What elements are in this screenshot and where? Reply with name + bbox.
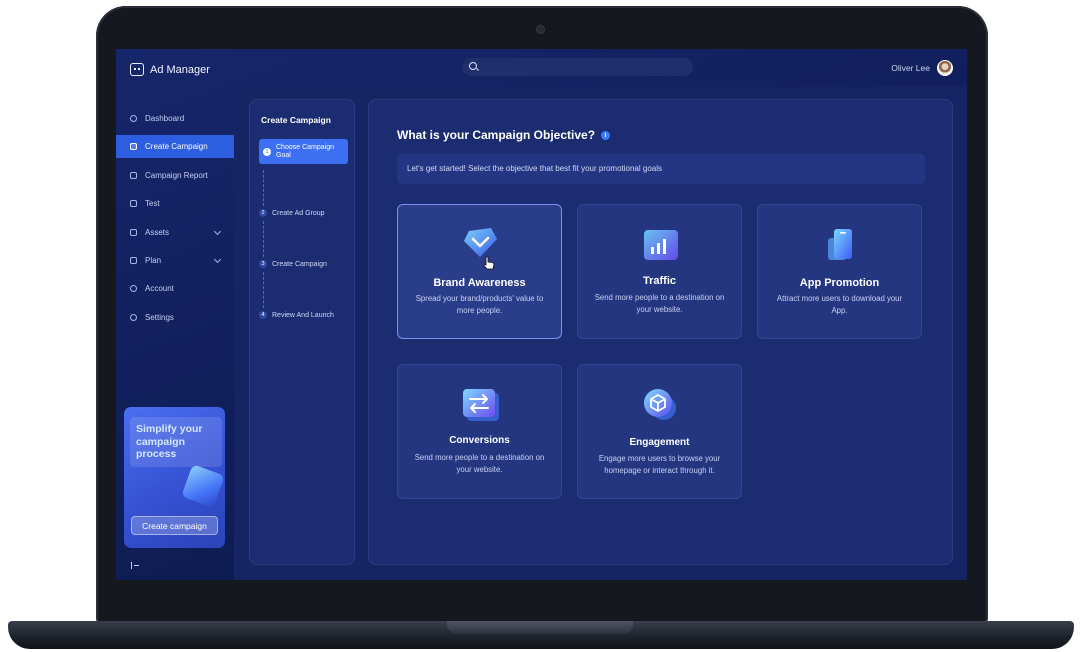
promo-illustration bbox=[181, 464, 225, 508]
card-title: Traffic bbox=[642, 275, 676, 287]
app-logo[interactable]: Ad Manager bbox=[130, 63, 210, 76]
avatar[interactable] bbox=[937, 60, 953, 76]
objective-card-engagement[interactable]: Engagement Engage more users to browse y… bbox=[577, 364, 742, 499]
test-icon bbox=[130, 200, 137, 208]
sidebar-item-settings[interactable]: Settings bbox=[116, 306, 234, 329]
objective-card-brand-awareness[interactable]: Brand Awareness Spread your brand/produc… bbox=[397, 204, 562, 339]
sidebar-item-account[interactable]: Account bbox=[116, 277, 234, 300]
sidebar-item-plan[interactable]: Plan bbox=[116, 249, 234, 272]
bar-chart-icon bbox=[644, 230, 678, 260]
step-connector bbox=[263, 221, 264, 257]
sidebar-item-label: Account bbox=[145, 284, 174, 294]
phone-icon bbox=[828, 229, 852, 260]
cursor-pointer-icon bbox=[483, 256, 495, 270]
sidebar-item-test[interactable]: Test bbox=[116, 192, 234, 215]
sidebar-item-label: Dashboard bbox=[145, 114, 185, 123]
objective-card-traffic[interactable]: Traffic Send more people to a destinatio… bbox=[577, 204, 742, 339]
chart-icon bbox=[130, 171, 137, 179]
gear-icon bbox=[130, 313, 137, 321]
user-name: Oliver Lee bbox=[891, 63, 930, 73]
card-title: App Promotion bbox=[799, 277, 880, 289]
step-number: 2 bbox=[259, 209, 267, 217]
shield-check-icon bbox=[464, 228, 497, 257]
step-create-ad-group[interactable]: 2 Create Ad Group bbox=[259, 209, 325, 217]
promo-text: Simplify your campaign process bbox=[130, 417, 222, 467]
topbar: Ad Manager Oliver Lee bbox=[116, 49, 967, 89]
info-icon[interactable]: i bbox=[601, 130, 611, 140]
user-menu[interactable]: Oliver Lee bbox=[891, 60, 953, 76]
sidebar-item-label: Create Campaign bbox=[145, 142, 208, 152]
cube-icon bbox=[644, 389, 676, 420]
screen: Ad Manager Oliver Lee Dashboard Create C… bbox=[116, 49, 967, 580]
app-title: Ad Manager bbox=[150, 63, 210, 76]
card-title: Conversions bbox=[449, 435, 510, 446]
user-icon bbox=[130, 285, 137, 293]
edit-icon bbox=[130, 143, 137, 151]
step-connector bbox=[263, 170, 264, 206]
chevron-down-icon bbox=[213, 255, 222, 263]
search-icon bbox=[469, 62, 477, 70]
sidebar-item-campaign-report[interactable]: Campaign Report bbox=[116, 164, 234, 187]
sidebar-item-create-campaign[interactable]: Create Campaign bbox=[116, 135, 234, 159]
step-label: Choose Campaign Goal bbox=[276, 143, 334, 159]
steps-title: Create Campaign bbox=[261, 115, 331, 125]
dashboard-icon bbox=[130, 115, 137, 122]
promo-card: Simplify your campaign process Create ca… bbox=[124, 407, 225, 548]
collapse-sidebar-icon[interactable] bbox=[131, 562, 140, 569]
card-title: Brand Awareness bbox=[433, 277, 526, 289]
page-title-text: What is your Campaign Objective? bbox=[397, 128, 596, 142]
plan-icon bbox=[130, 256, 137, 264]
subtitle-bar: Let's get started! Select the objective … bbox=[397, 154, 925, 184]
camera bbox=[537, 26, 544, 33]
step-number: 1 bbox=[263, 147, 271, 156]
sidebar: Dashboard Create Campaign Campaign Repor… bbox=[116, 107, 234, 334]
step-label: Create Ad Group bbox=[272, 209, 325, 217]
assets-icon bbox=[130, 228, 137, 236]
swap-arrows-icon bbox=[463, 389, 499, 421]
card-description: Send more people to a destination on you… bbox=[414, 453, 545, 474]
step-number: 4 bbox=[259, 311, 267, 319]
objective-panel: What is your Campaign Objective? i Let's… bbox=[368, 99, 953, 565]
page-title: What is your Campaign Objective? i bbox=[397, 128, 611, 142]
card-description: Engage more users to browse your homepag… bbox=[598, 454, 721, 475]
card-description: Attract more users to download your App. bbox=[776, 294, 903, 315]
sidebar-item-label: Campaign Report bbox=[145, 170, 208, 180]
step-choose-campaign-goal[interactable]: 1 Choose Campaign Goal bbox=[259, 139, 348, 164]
objective-card-app-promotion[interactable]: App Promotion Attract more users to down… bbox=[757, 204, 922, 339]
step-label: Review And Launch bbox=[272, 311, 334, 319]
sidebar-item-label: Test bbox=[145, 199, 160, 209]
card-title: Engagement bbox=[629, 437, 690, 448]
objective-card-conversions[interactable]: Conversions Send more people to a destin… bbox=[397, 364, 562, 499]
sidebar-item-label: Plan bbox=[145, 255, 162, 265]
chat-logo-icon bbox=[130, 63, 144, 76]
step-review-and-launch[interactable]: 4 Review And Launch bbox=[259, 311, 334, 319]
search-input[interactable] bbox=[462, 58, 693, 76]
sidebar-item-assets[interactable]: Assets bbox=[116, 221, 234, 244]
chevron-down-icon bbox=[213, 227, 222, 235]
create-campaign-button[interactable]: Create campaign bbox=[131, 516, 218, 535]
sidebar-item-label: Settings bbox=[145, 312, 174, 322]
sidebar-item-dashboard[interactable]: Dashboard bbox=[116, 107, 234, 130]
step-create-campaign[interactable]: 3 Create Campaign bbox=[259, 260, 327, 268]
step-connector bbox=[263, 272, 264, 308]
step-number: 3 bbox=[259, 260, 267, 268]
sidebar-item-label: Assets bbox=[145, 227, 170, 237]
card-description: Send more people to a destination on you… bbox=[594, 293, 725, 314]
laptop-notch bbox=[447, 621, 633, 634]
step-label: Create Campaign bbox=[272, 260, 327, 268]
steps-panel: Create Campaign 1 Choose Campaign Goal 2… bbox=[249, 99, 355, 565]
card-description: Spread your brand/products' value to mor… bbox=[415, 294, 544, 315]
